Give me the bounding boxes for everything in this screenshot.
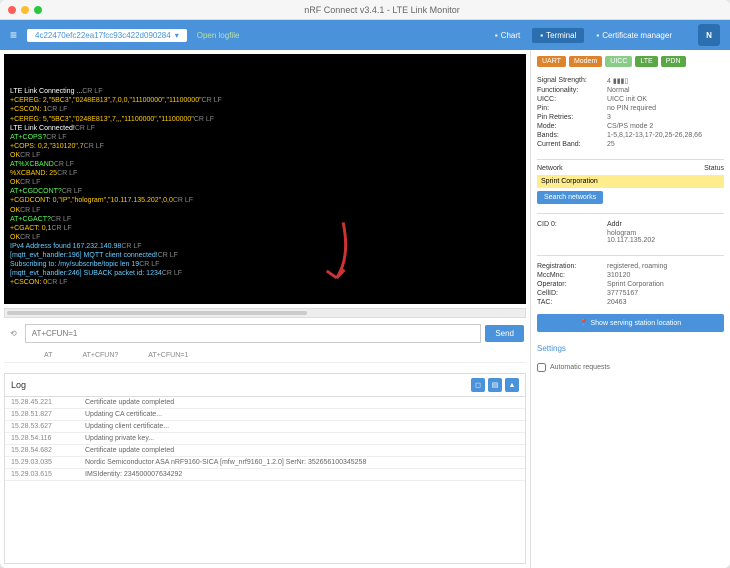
sidebar: UARTModemUICCLTE PDN Signal Strength:4 ▮▮… [530,50,730,568]
addr-label: Addr [607,221,677,228]
window-title: nRF Connect v3.4.1 - LTE Link Monitor [42,5,722,15]
history-item[interactable]: AT [44,352,52,359]
status-badges: UARTModemUICCLTE PDN [537,56,724,67]
traffic-lights [8,6,42,14]
network-section: Network Status Sprint Corporation Search … [537,159,724,204]
left-panel: LTE Link Connecting ...CR LF+CEREG: 2,"5… [0,50,530,568]
log-panel: Log ◻ ▤ ▲ 15.28.45.221Certificate update… [4,373,526,564]
network-label: Network [537,165,563,172]
status-mode: Mode:CS/PS mode 2 [537,123,724,130]
registration-section: Registration:registered, roaming MccMnc:3… [537,255,724,308]
history-item[interactable]: AT+CFUN? [82,352,118,359]
badge-pdn: PDN [661,56,686,67]
view-tabs: ▪ Chart ▪ Terminal ▪ Certificate manager [487,28,680,43]
status-signal: Signal Strength:4 ▮▮▮▯ [537,77,724,85]
log-row: 15.28.51.827Updating CA certificate... [5,409,525,421]
history-icon[interactable]: ⟲ [6,329,21,338]
network-status-label: Status [704,165,724,172]
tab-terminal[interactable]: ▪ Terminal [532,28,584,43]
log-action-2[interactable]: ▤ [488,378,502,392]
terminal-scrollbar[interactable] [4,308,526,318]
min-dot[interactable] [21,6,29,14]
reg-tac: TAC:20463 [537,299,724,306]
status-curband: Current Band:25 [537,141,724,148]
main-body: LTE Link Connecting ...CR LF+CEREG: 2,"5… [0,50,730,568]
menu-icon[interactable]: ≡ [10,28,17,42]
device-id: 4c22470efc22ea17fcc93c422d090284 [35,31,171,40]
status-section: Signal Strength:4 ▮▮▮▯ Functionality:Norm… [537,75,724,150]
log-actions: ◻ ▤ ▲ [471,378,519,392]
log-action-1[interactable]: ◻ [471,378,485,392]
reg-mcc: MccMnc:310120 [537,272,724,279]
badge-lte: LTE [635,56,657,67]
cid-section: CID 0:Addr hologram 10.117.135.202 [537,213,724,246]
close-dot[interactable] [8,6,16,14]
badge-modem: Modem [569,56,602,67]
cid-label: CID 0: [537,221,607,228]
chevron-down-icon: ▾ [175,31,179,40]
max-dot[interactable] [34,6,42,14]
status-bands: Bands:1-5,8,12-13,17-20,25-26,28,66 [537,132,724,139]
badge-uicc: UICC [605,56,632,67]
titlebar: nRF Connect v3.4.1 - LTE Link Monitor [0,0,730,20]
network-name: Sprint Corporation [537,175,724,188]
nordic-logo: N [698,24,720,46]
log-rows: 15.28.45.221Certificate update completed… [5,397,525,481]
history-item[interactable]: AT+CFUN=1 [148,352,188,359]
log-label: Log [11,380,26,390]
status-retries: Pin Retries:3 [537,114,724,121]
device-selector[interactable]: 4c22470efc22ea17fcc93c422d090284 ▾ [27,29,187,42]
reg-reg: Registration:registered, roaming [537,263,724,270]
status-func: Functionality:Normal [537,87,724,94]
toolbar: ≡ 4c22470efc22ea17fcc93c422d090284 ▾ Ope… [0,20,730,50]
command-row: ⟲ Send [4,322,526,345]
log-row: 15.28.53.627Updating client certificate.… [5,421,525,433]
status-pin: Pin:no PIN required [537,105,724,112]
command-input[interactable] [25,324,482,343]
location-button[interactable]: 📍 Show serving station location [537,314,724,332]
log-action-3[interactable]: ▲ [505,378,519,392]
log-row: 15.28.54.682Certificate update completed [5,445,525,457]
auto-requests-checkbox[interactable]: Automatic requests [537,363,724,372]
terminal-output[interactable]: LTE Link Connecting ...CR LF+CEREG: 2,"5… [4,54,526,304]
badge-uart: UART [537,56,566,67]
open-logfile-link[interactable]: Open logfile [197,31,240,40]
tab-chart[interactable]: ▪ Chart [487,28,528,43]
log-header: Log ◻ ▤ ▲ [5,374,525,397]
app-window: nRF Connect v3.4.1 - LTE Link Monitor ≡ … [0,0,730,568]
log-row: 15.29.03.035Nordic Semiconductor ASA nRF… [5,457,525,469]
log-row: 15.28.45.221Certificate update completed [5,397,525,409]
send-button[interactable]: Send [485,325,524,342]
settings-label[interactable]: Settings [537,344,724,353]
reg-cell: CellID:37775167 [537,290,724,297]
log-row: 15.29.03.615IMSIdentity: 234500007634292 [5,469,525,481]
reg-op: Operator:Sprint Corporation [537,281,724,288]
search-networks-button[interactable]: Search networks [537,191,603,204]
cid-addr: hologram 10.117.135.202 [607,230,724,244]
tab-certificate[interactable]: ▪ Certificate manager [588,28,680,43]
command-history: AT AT+CFUN? AT+CFUN=1 [4,349,526,363]
status-uicc: UICC:UICC init OK [537,96,724,103]
log-row: 15.28.54.116Updating private key... [5,433,525,445]
